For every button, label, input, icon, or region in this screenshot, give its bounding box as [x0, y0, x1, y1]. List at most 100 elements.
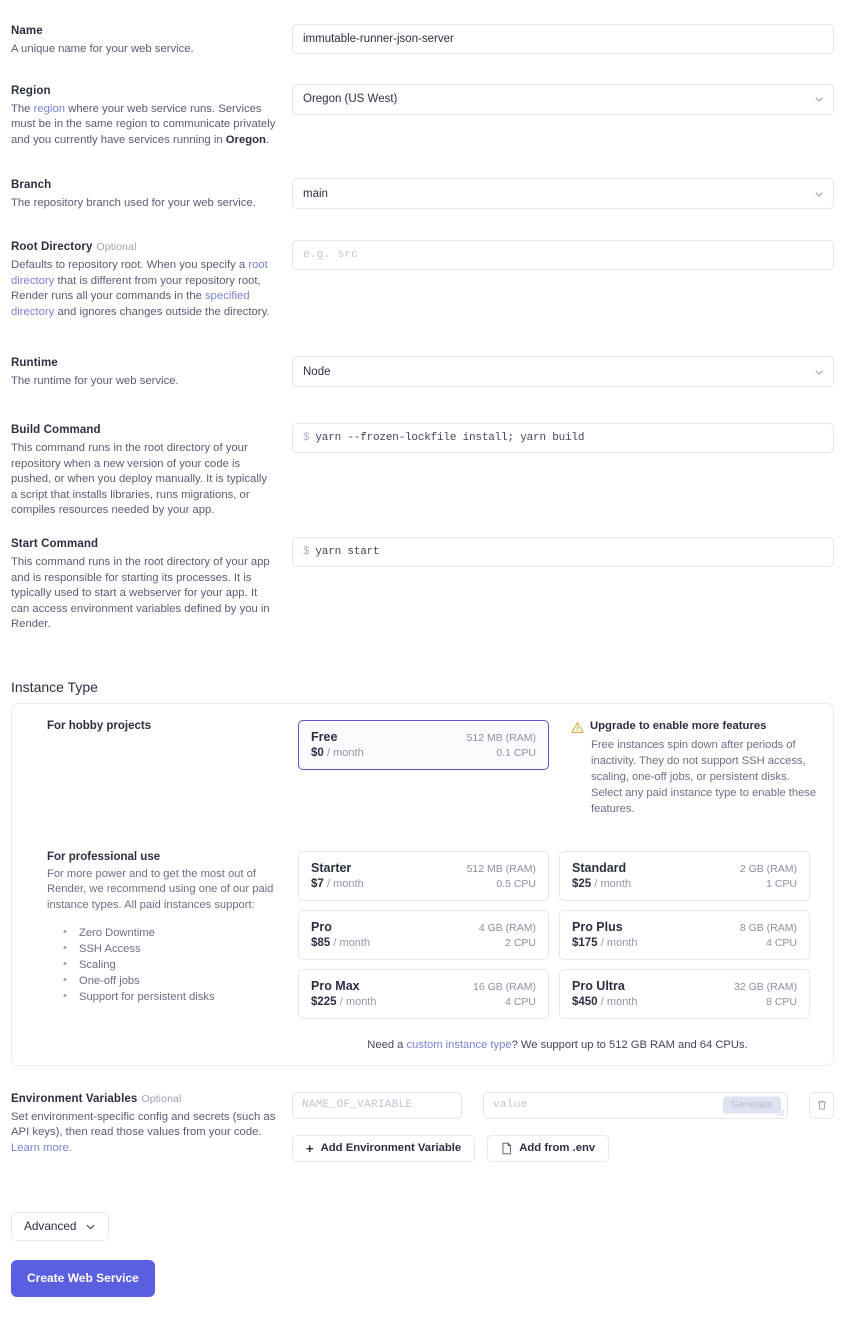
build-command-label: Build Command — [11, 423, 276, 438]
add-environment-variable-button[interactable]: + Add Environment Variable — [292, 1135, 475, 1162]
free-plan-ram: 512 MB (RAM) — [467, 732, 536, 744]
instance-type-panel: For hobby projects Free 512 MB (RAM) $0 … — [11, 703, 834, 1066]
env-vars-learn-more-link[interactable]: Learn more. — [11, 1142, 72, 1154]
env-vars-actions: + Add Environment Variable Add from .env — [292, 1135, 834, 1162]
env-vars-label: Environment VariablesOptional — [11, 1092, 276, 1107]
name-input-value: immutable-runner-json-server — [303, 33, 454, 45]
name-input-wrap: immutable-runner-json-server — [292, 24, 834, 54]
pro-bottom-line: $85 / month 2 CPU — [311, 934, 536, 949]
runtime-label-group: Runtime The runtime for your web service… — [11, 356, 292, 390]
add-from-env-button[interactable]: Add from .env — [487, 1135, 609, 1162]
starter-plan-price: $7 / month — [311, 878, 364, 890]
start-command-description: This command runs in the root directory … — [11, 555, 276, 633]
branch-select[interactable]: main — [292, 178, 834, 209]
plan-card-pro-max[interactable]: Pro Max 16 GB (RAM) $225 / month 4 CPU — [298, 969, 549, 1019]
hobby-label-group: For hobby projects — [28, 720, 298, 736]
runtime-select[interactable]: Node — [292, 356, 834, 387]
free-plan-top-line: Free 512 MB (RAM) — [311, 730, 536, 744]
file-icon — [501, 1142, 512, 1155]
pro-plan-cpu: 2 CPU — [505, 937, 536, 949]
professional-heading: For professional use — [47, 851, 284, 863]
start-command-label: Start Command — [11, 537, 276, 552]
form-row-name: Name A unique name for your web service.… — [0, 24, 847, 58]
generate-value-button[interactable]: Generate — [723, 1097, 781, 1114]
env-var-value-input[interactable]: value Generate — [483, 1092, 788, 1119]
pro-max-top-line: Pro Max 16 GB (RAM) — [311, 979, 536, 993]
pro-plus-plan-cpu: 4 CPU — [766, 937, 797, 949]
starter-plan-cpu: 0.5 CPU — [496, 878, 536, 890]
create-web-service-button[interactable]: Create Web Service — [11, 1260, 155, 1297]
env-var-value-placeholder: value — [493, 1099, 528, 1111]
root-directory-input[interactable]: e.g. src — [292, 240, 834, 270]
env-var-name-input[interactable]: NAME_OF_VARIABLE — [292, 1092, 462, 1119]
pro-plus-plan-ram: 8 GB (RAM) — [740, 922, 797, 934]
plan-card-pro-ultra[interactable]: Pro Ultra 32 GB (RAM) $450 / month 8 CPU — [559, 969, 810, 1019]
plan-card-starter[interactable]: Starter 512 MB (RAM) $7 / month 0.5 CPU — [298, 851, 549, 901]
pro-plan-ram: 4 GB (RAM) — [479, 922, 536, 934]
root-directory-label-group: Root DirectoryOptional Defaults to repos… — [11, 240, 292, 320]
free-plan-wrap: Free 512 MB (RAM) $0 / month 0.1 CPU — [298, 720, 549, 770]
runtime-label: Runtime — [11, 356, 276, 371]
pro-max-plan-price: $225 / month — [311, 996, 376, 1008]
form-row-region: Region The region where your web service… — [0, 84, 847, 149]
env-vars-optional-tag: Optional — [141, 1093, 181, 1105]
env-var-row: NAME_OF_VARIABLE value Generate — [292, 1092, 834, 1119]
runtime-select-wrap: Node — [292, 356, 834, 387]
plan-card-free[interactable]: Free 512 MB (RAM) $0 / month 0.1 CPU — [298, 720, 549, 770]
upgrade-note-title-row: Upgrade to enable more features — [571, 720, 817, 734]
region-select[interactable]: Oregon (US West) — [292, 84, 834, 115]
professional-instance-block: For professional use For more power and … — [28, 851, 817, 1051]
pro-plus-top-line: Pro Plus 8 GB (RAM) — [572, 920, 797, 934]
root-directory-label: Root DirectoryOptional — [11, 240, 276, 255]
form-row-branch: Branch The repository branch used for yo… — [0, 178, 847, 212]
trash-icon — [816, 1099, 828, 1111]
root-directory-optional-tag: Optional — [96, 241, 136, 253]
starter-bottom-line: $7 / month 0.5 CPU — [311, 875, 536, 890]
env-var-name-placeholder: NAME_OF_VARIABLE — [302, 1099, 412, 1111]
runtime-description: The runtime for your web service. — [11, 374, 276, 390]
plan-card-pro-plus[interactable]: Pro Plus 8 GB (RAM) $175 / month 4 CPU — [559, 910, 810, 960]
instance-type-heading: Instance Type — [11, 679, 847, 695]
region-doc-link[interactable]: region — [34, 103, 65, 115]
branch-select-value: main — [303, 188, 328, 200]
free-plan-bottom-line: $0 / month 0.1 CPU — [311, 744, 536, 759]
name-input[interactable]: immutable-runner-json-server — [292, 24, 834, 54]
add-from-env-label: Add from .env — [519, 1142, 595, 1154]
chevron-down-icon — [814, 367, 824, 377]
build-command-input[interactable]: $yarn --frozen-lockfile install; yarn bu… — [292, 423, 834, 453]
form-row-env-vars: Environment VariablesOptional Set enviro… — [0, 1092, 847, 1162]
custom-instance-type-link[interactable]: custom instance type — [406, 1039, 511, 1051]
upgrade-note: Upgrade to enable more features Free ins… — [553, 720, 817, 817]
plan-card-standard[interactable]: Standard 2 GB (RAM) $25 / month 1 CPU — [559, 851, 810, 901]
region-label-group: Region The region where your web service… — [11, 84, 292, 149]
free-plan-name: Free — [311, 730, 337, 744]
hobby-heading: For hobby projects — [47, 720, 284, 732]
resize-handle-icon[interactable] — [777, 1109, 785, 1117]
name-label-group: Name A unique name for your web service. — [11, 24, 292, 58]
starter-plan-ram: 512 MB (RAM) — [467, 863, 536, 875]
name-label: Name — [11, 24, 276, 39]
advanced-toggle-button[interactable]: Advanced — [11, 1212, 109, 1241]
advanced-label: Advanced — [24, 1219, 76, 1233]
create-web-service-form: Name A unique name for your web service.… — [0, 24, 847, 1297]
env-vars-editor: NAME_OF_VARIABLE value Generate + Add En… — [292, 1092, 834, 1162]
delete-env-var-button[interactable] — [809, 1092, 834, 1119]
standard-plan-ram: 2 GB (RAM) — [740, 863, 797, 875]
region-select-value: Oregon (US West) — [303, 93, 397, 105]
plan-card-pro[interactable]: Pro 4 GB (RAM) $85 / month 2 CPU — [298, 910, 549, 960]
shell-prompt-icon: $ — [303, 546, 309, 558]
branch-select-wrap: main — [292, 178, 834, 209]
upgrade-note-title: Upgrade to enable more features — [590, 720, 766, 732]
list-item: SSH Access — [63, 941, 284, 957]
pro-plus-plan-name: Pro Plus — [572, 920, 623, 934]
pro-max-plan-name: Pro Max — [311, 979, 360, 993]
start-command-input[interactable]: $yarn start — [292, 537, 834, 567]
pro-top-line: Pro 4 GB (RAM) — [311, 920, 536, 934]
branch-label-group: Branch The repository branch used for yo… — [11, 178, 292, 212]
plus-icon: + — [306, 1142, 314, 1155]
custom-instance-note: Need a custom instance type? We support … — [298, 1039, 817, 1051]
region-select-wrap: Oregon (US West) — [292, 84, 834, 115]
form-row-build-command: Build Command This command runs in the r… — [0, 423, 847, 519]
submit-section: Create Web Service — [11, 1260, 847, 1297]
form-row-root-directory: Root DirectoryOptional Defaults to repos… — [0, 240, 847, 320]
